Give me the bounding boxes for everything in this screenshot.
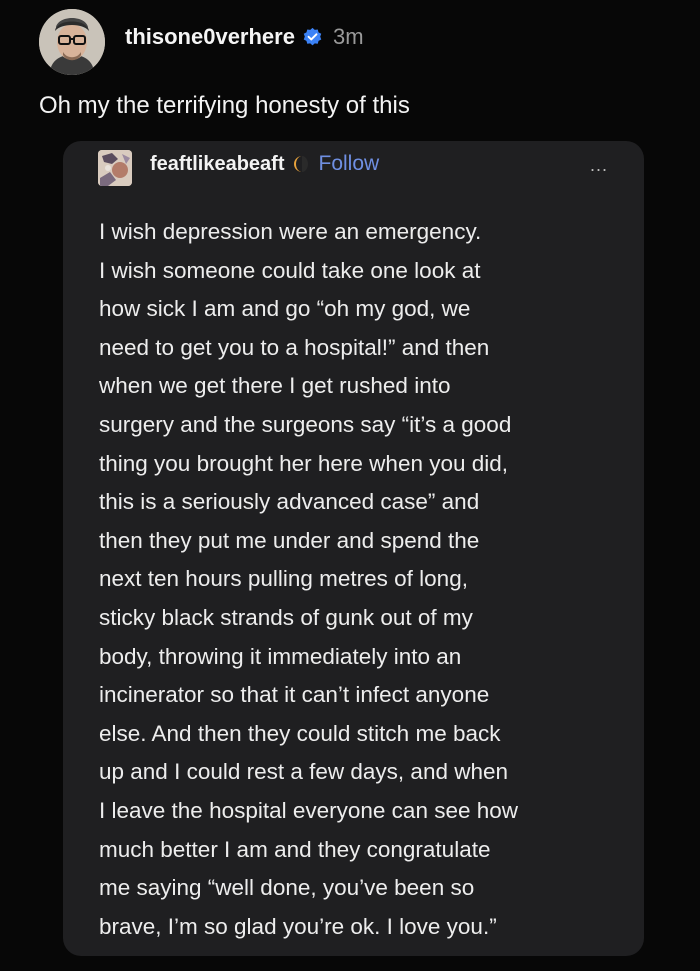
blog-avatar-icon[interactable] [98, 150, 132, 186]
user-avatar-icon[interactable] [39, 9, 105, 75]
reposted-card: feaftlikeabeaft Follow ... I wish depres… [63, 141, 644, 956]
post-caption: Oh my the terrifying honesty of this [39, 92, 410, 119]
body-line: I wish depression were an emergency. [99, 219, 482, 244]
post-timestamp: 3m [332, 24, 364, 49]
post-body: I wish depression were an emergency. I wi… [99, 213, 619, 946]
post-username[interactable]: thisone0verhere [125, 24, 295, 50]
repost-username[interactable]: feaftlikeabeaft [150, 153, 285, 176]
moon-badge-icon [293, 155, 311, 173]
body-line: how sick I am and go “oh my god, we [99, 296, 471, 322]
body-line: body, throwing it immediately into an [99, 643, 462, 669]
follow-button[interactable]: Follow [319, 152, 380, 176]
body-line: this is a seriously advanced case” and [99, 489, 480, 515]
body-line: me saying “well done, you’ve been so [99, 875, 475, 901]
body-line: else. And then they could stitch me back [99, 720, 501, 746]
body-line: much better I am and they congratulate [99, 836, 491, 862]
verified-badge-icon [302, 27, 323, 48]
body-line: thing you brought her here when you did, [99, 450, 509, 476]
body-line: sticky black strands of gunk out of my [99, 604, 473, 630]
body-line: up and I could rest a few days, and when [99, 759, 509, 785]
body-line: surgery and the surgeons say “it’s a goo… [99, 411, 512, 437]
body-line: when we get there I get rushed into [99, 373, 451, 399]
post-header: thisone0verhere 3m [125, 24, 364, 50]
body-line: need to get you to a hospital!” and then [99, 334, 490, 360]
body-line: next ten hours pulling metres of long, [99, 566, 468, 592]
body-line: incinerator so that it can’t infect anyo… [99, 682, 490, 708]
more-options-icon[interactable]: ... [590, 155, 608, 176]
body-line: I wish someone could take one look at [99, 257, 481, 283]
body-line: then they put me under and spend the [99, 527, 480, 553]
repost-header: feaftlikeabeaft Follow [150, 152, 379, 176]
body-line: brave, I’m so glad you’re ok. I love you… [99, 913, 497, 939]
body-line: I leave the hospital everyone can see ho… [99, 797, 519, 823]
